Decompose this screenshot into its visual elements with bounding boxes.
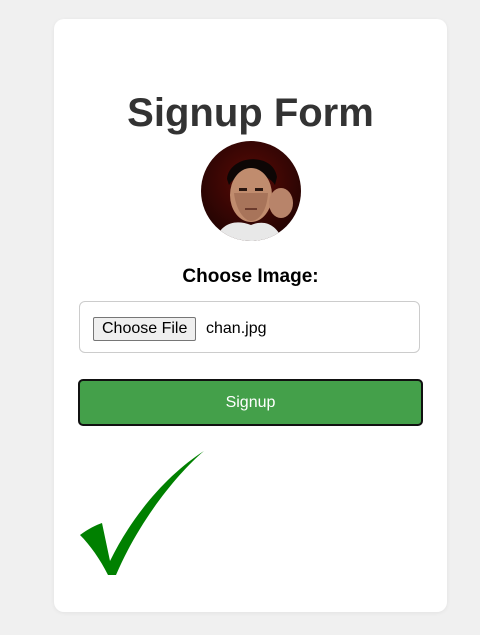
- choose-file-button[interactable]: Choose File: [93, 317, 197, 341]
- check-mark-icon: [78, 449, 208, 582]
- profile-image-preview: [201, 141, 301, 241]
- file-input-field[interactable]: Choose File chan.jpg: [79, 301, 420, 353]
- choose-image-label: Choose Image:: [182, 266, 319, 287]
- page-title: Signup Form: [127, 91, 374, 135]
- profile-photo: [201, 141, 301, 241]
- signup-card: Signup Form Choose Image: Choose File ch…: [54, 19, 447, 612]
- signup-button[interactable]: Signup: [78, 379, 423, 426]
- selected-file-name: chan.jpg: [206, 320, 267, 337]
